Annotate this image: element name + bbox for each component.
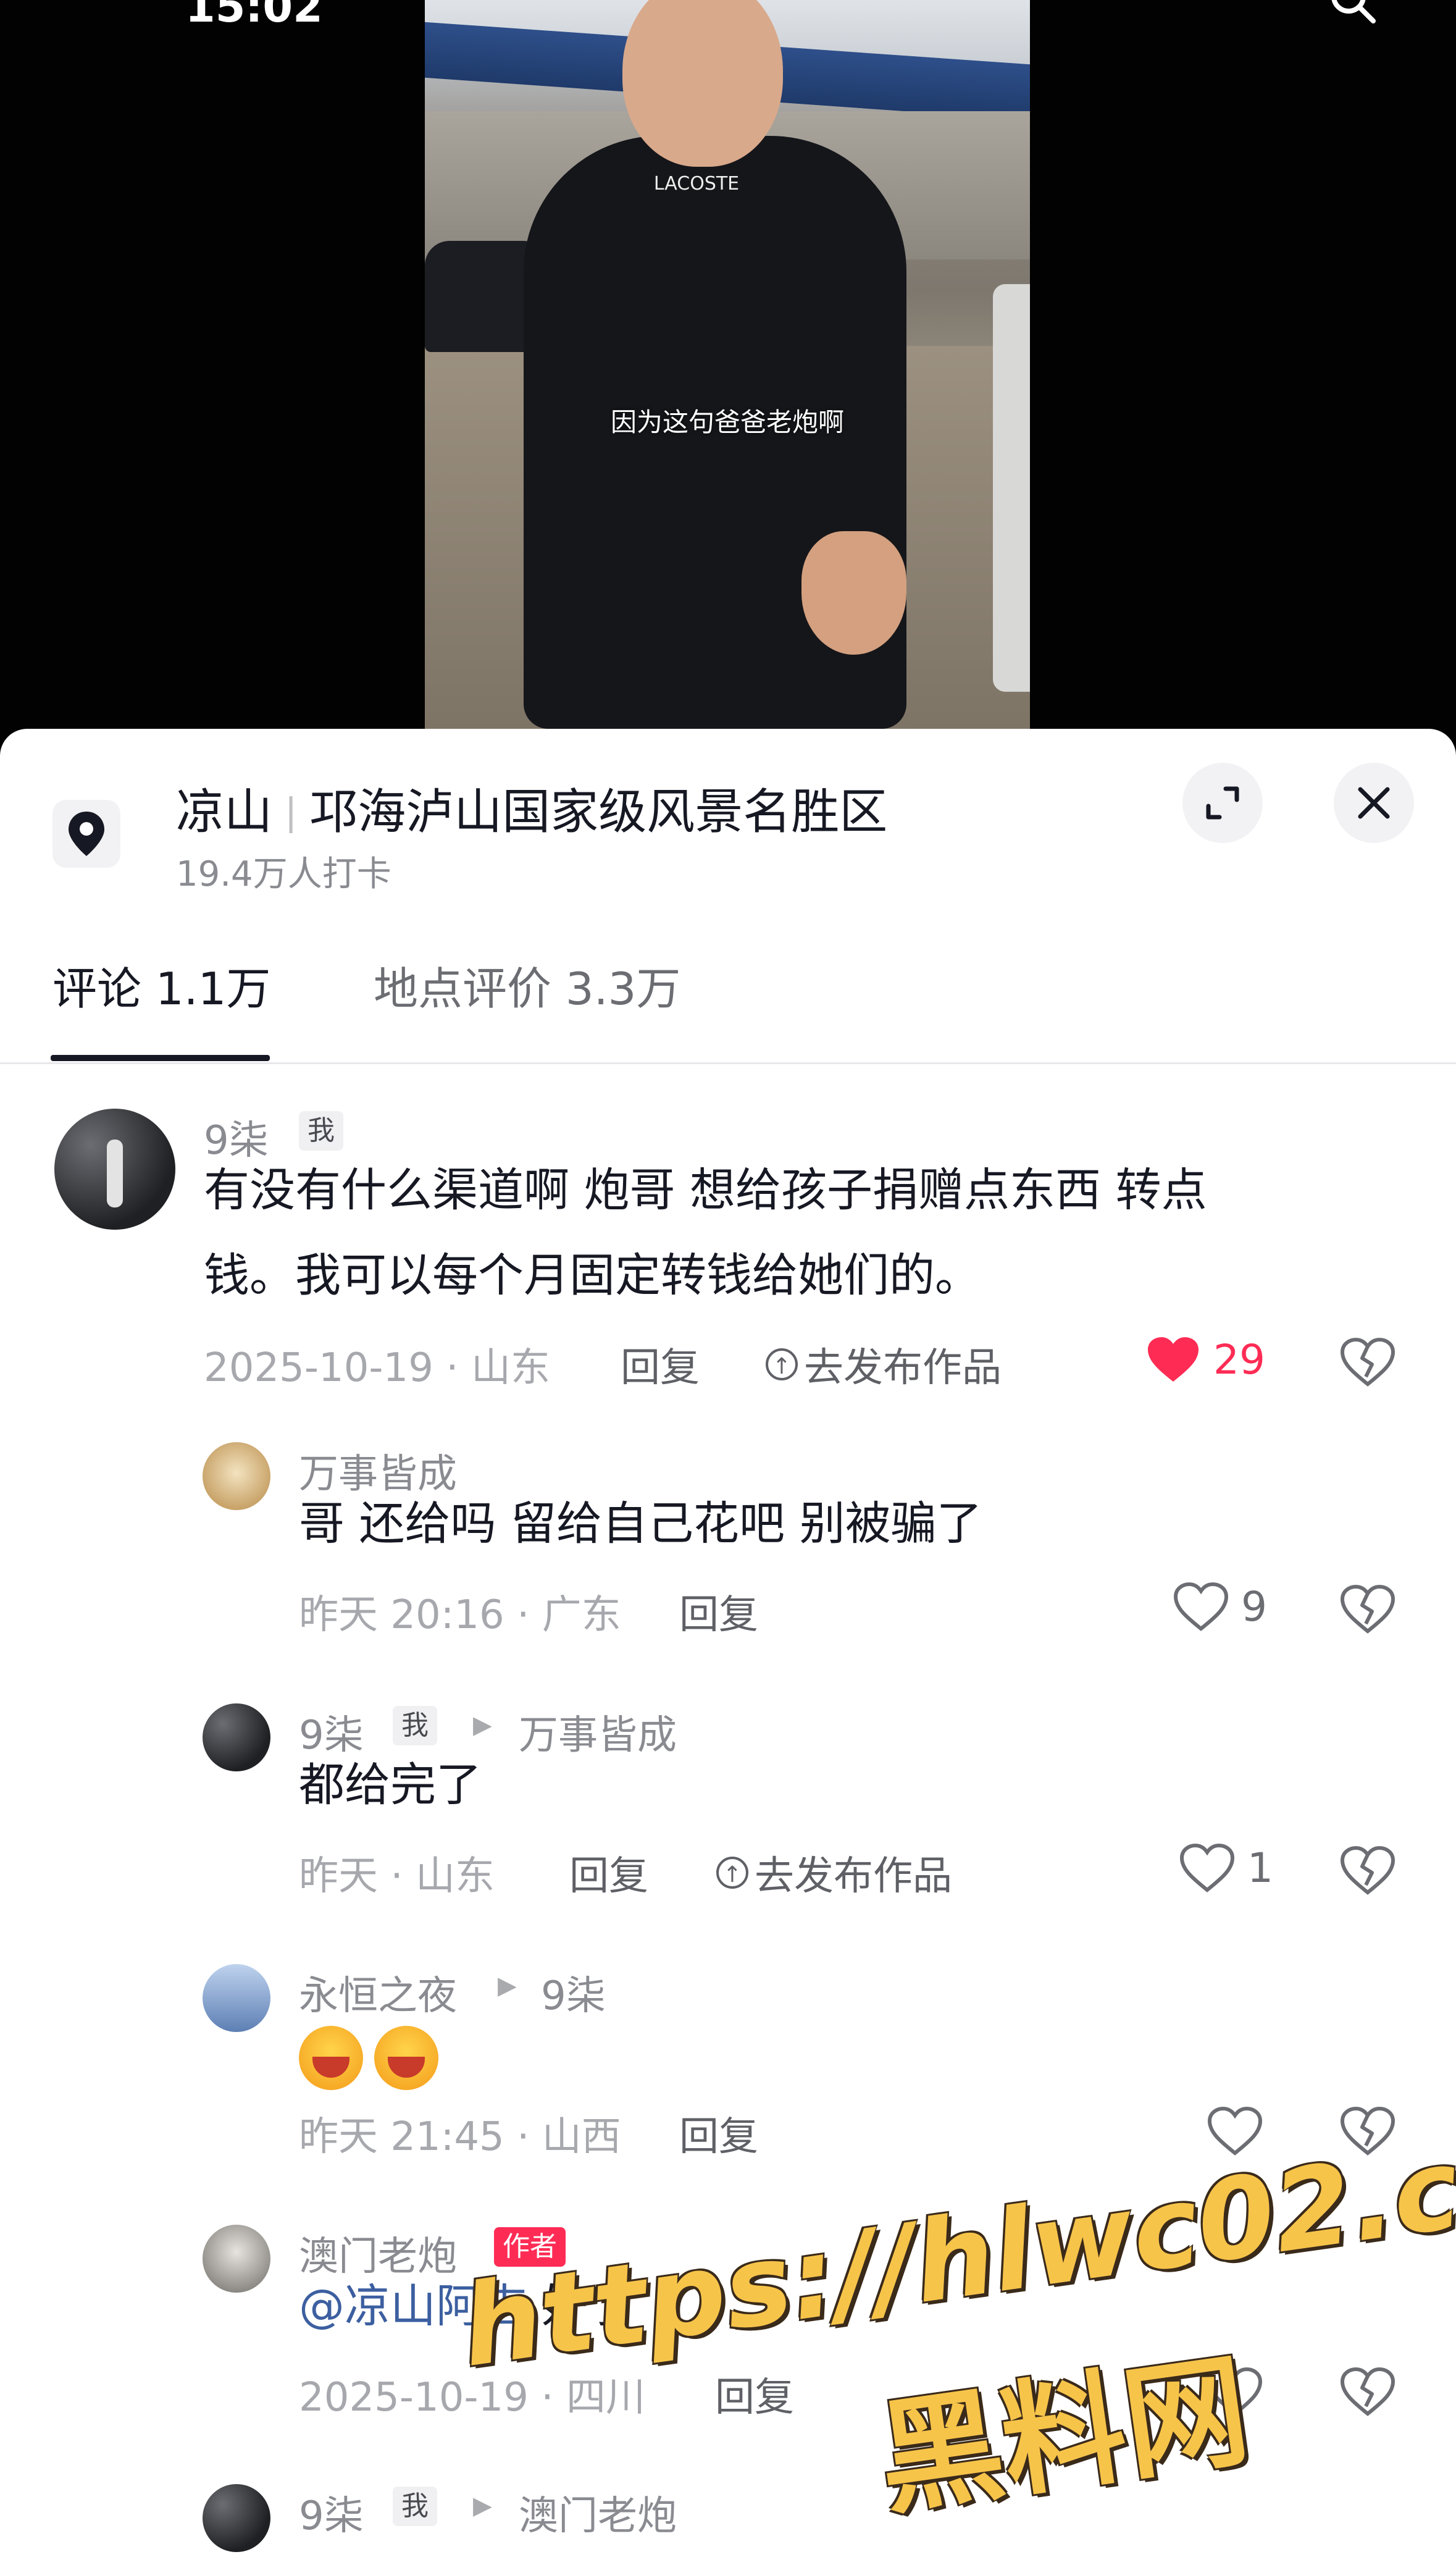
avatar[interactable] [54,1109,175,1230]
publish-work-label: 去发布作品 [755,1854,952,1899]
search-icon[interactable] [1328,0,1377,25]
location-separator: | [285,791,298,834]
reply-to-username[interactable]: 澳门老炮 [519,2484,677,2541]
video-player[interactable]: LACOSTE 因为这句爸爸老炮啊 [0,0,1456,741]
tab-bar: 评论 1.1万 地点评价 3.3万 [0,914,1456,1064]
publish-work-button[interactable]: ↑ 去发布作品 [766,1336,1002,1393]
like-count: 1 [1247,1844,1273,1892]
close-icon [1358,787,1390,819]
avatar[interactable] [203,1442,270,1510]
avatar[interactable] [203,1964,270,2032]
reply-username[interactable]: 9柒 [299,2484,364,2541]
reply-meta: 昨天 · 山东 [299,1854,495,1899]
me-badge: 我 [393,1706,437,1745]
me-badge: 我 [299,1111,343,1151]
reply-button[interactable]: 回复 [679,1583,758,1640]
tab-comments[interactable]: 评论 1.1万 [52,952,270,1017]
location-pin-icon [52,800,120,868]
location-checkins: 19.4万人打卡 [176,854,391,894]
status-time: 15:02 [185,0,323,32]
reply-meta: 昨天 21:45 · 山西 [299,2114,621,2160]
status-bar: 15:02 [0,0,1456,32]
heart-icon [1173,1582,1229,1631]
reply-to-username[interactable]: 万事皆成 [519,1703,677,1760]
expand-button[interactable] [1182,763,1263,843]
reply-button[interactable]: 回复 [715,2366,794,2422]
reply-meta: 昨天 20:16 · 广东 [299,1592,621,1638]
video-person-head [622,0,783,167]
location-title: 凉山 | 邛海泸山国家级风景名胜区 [176,773,887,842]
me-badge: 我 [393,2487,437,2526]
laughing-emoji-icon [374,2026,438,2090]
dislike-icon[interactable] [1340,1584,1395,1634]
reply-to-username[interactable]: 9柒 [541,1964,606,2021]
reply-text: 都给完了 [299,1758,482,1812]
dislike-icon[interactable] [1340,2367,1395,2416]
publish-work-label: 去发布作品 [804,1345,1002,1391]
reply-button[interactable]: 回复 [621,1336,700,1393]
close-button[interactable] [1334,763,1414,843]
avatar[interactable] [203,1703,270,1771]
like-count: 9 [1241,1582,1267,1631]
reply-button[interactable]: 回复 [569,1844,648,1901]
avatar[interactable] [203,2484,270,2552]
upload-icon: ↑ [766,1348,798,1380]
reply-username[interactable]: 永恒之夜 [299,1964,457,2021]
publish-work-button[interactable]: ↑ 去发布作品 [716,1844,952,1901]
video-person-hand [801,531,906,655]
heart-icon [1179,1843,1235,1892]
avatar[interactable] [203,2225,270,2293]
video-frame: LACOSTE [425,0,1030,729]
upload-icon: ↑ [716,1857,748,1889]
reply-arrow-icon: ▶ [473,1711,492,1739]
comment-text-line2: 钱。我可以每个月固定转钱给她们的。 [204,1249,981,1302]
comment-meta: 2025-10-19 · 山东 [204,1345,550,1391]
comment-text-line1: 有没有什么渠道啊 炮哥 想给孩子捐赠点东西 转点 [204,1164,1207,1217]
tab-place-reviews[interactable]: 地点评价 3.3万 [374,952,680,1017]
heart-icon[interactable] [1207,2106,1263,2156]
location-header[interactable]: 凉山 | 邛海泸山国家级风景名胜区 19.4万人打卡 [0,729,1456,894]
video-caption: 因为这句爸爸老炮啊 [610,407,844,437]
dislike-icon[interactable] [1340,1845,1395,1895]
reply-arrow-icon: ▶ [473,2492,492,2520]
laughing-emoji-icon [299,2026,363,2090]
like-button[interactable]: 9 [1173,1582,1267,1631]
location-name: 邛海泸山国家级风景名胜区 [309,784,888,840]
heart-filled-icon [1148,1337,1199,1382]
video-vehicle-right [993,284,1030,692]
reply-emoji-row [299,2026,450,2090]
like-button[interactable]: 1 [1179,1843,1273,1892]
location-city: 凉山 [176,784,273,840]
reply-button[interactable]: 回复 [679,2105,758,2162]
tab-active-indicator [51,1055,270,1061]
expand-icon [1206,786,1239,820]
reply-arrow-icon: ▶ [498,1971,517,2000]
like-button[interactable]: 29 [1145,1335,1265,1384]
dislike-icon[interactable] [1340,1337,1395,1387]
like-count: 29 [1213,1335,1265,1383]
reply-text: 哥 还给吗 留给自己花吧 别被骗了 [299,1497,982,1550]
video-shirt-text: LACOSTE [653,173,740,195]
